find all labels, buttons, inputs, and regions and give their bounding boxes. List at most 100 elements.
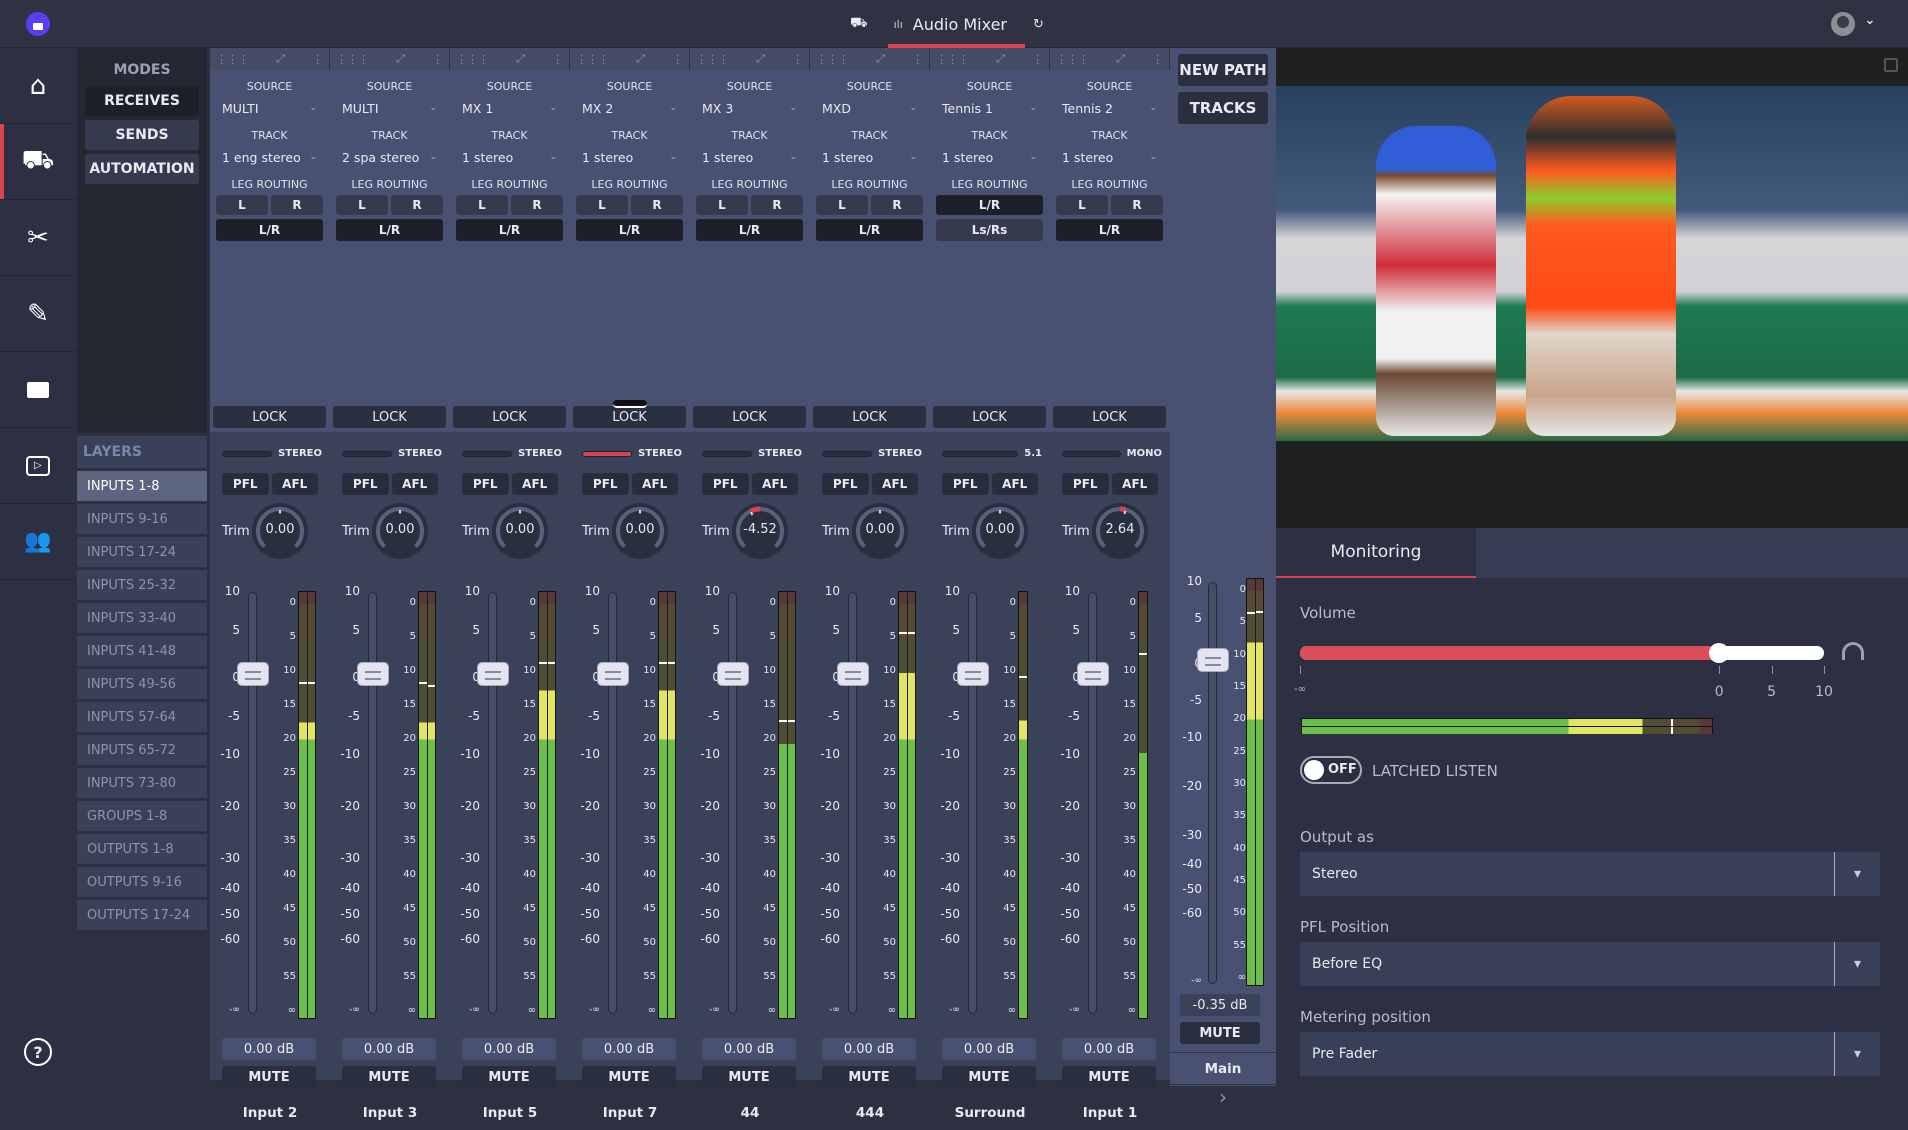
afl-button[interactable]: AFL [751, 473, 798, 495]
track-dropdown[interactable]: 1 stereo ⌄ [456, 146, 563, 168]
more-options-icon[interactable]: ⋮ [912, 53, 923, 66]
lock-button[interactable]: LOCK [453, 406, 566, 428]
layer-item[interactable]: OUTPUTS 9-16 [77, 867, 207, 897]
headphones-icon[interactable] [1842, 642, 1864, 660]
fader-db-readout[interactable]: 0.00 dB [1062, 1038, 1156, 1060]
afl-button[interactable]: AFL [871, 473, 918, 495]
expand-icon[interactable]: ⤢ [636, 52, 645, 66]
track-dropdown[interactable]: 1 stereo ⌄ [936, 146, 1043, 168]
leg-routing-r[interactable]: R [1111, 195, 1163, 215]
source-dropdown[interactable]: MXD ⌄ [816, 97, 923, 119]
volume-slider[interactable] [1300, 643, 1824, 663]
fader-track[interactable] [968, 592, 977, 1014]
video-preview[interactable] [1276, 86, 1908, 441]
fader-db-readout[interactable]: 0.00 dB [942, 1038, 1036, 1060]
afl-button[interactable]: AFL [391, 473, 438, 495]
more-options-icon[interactable]: ⋮ [432, 53, 443, 66]
drag-handle-icon[interactable]: ⋮⋮⋮ [336, 53, 369, 66]
drag-handle-icon[interactable]: ⋮⋮⋮ [936, 53, 969, 66]
mute-button[interactable]: MUTE [342, 1066, 436, 1088]
track-dropdown[interactable]: 1 stereo ⌄ [696, 146, 803, 168]
layer-item[interactable]: GROUPS 1-8 [77, 801, 207, 831]
lock-button[interactable]: LOCK [933, 406, 1046, 428]
leg-routing-r[interactable]: R [511, 195, 563, 215]
pfl-button[interactable]: PFL [942, 473, 989, 495]
fader-track[interactable] [368, 592, 377, 1014]
layer-item[interactable]: INPUTS 49-56 [77, 669, 207, 699]
expand-icon[interactable]: ⤢ [276, 52, 285, 66]
fader-knob[interactable] [357, 662, 389, 686]
expand-icon[interactable]: ⤢ [876, 52, 885, 66]
leg-routing-r[interactable]: R [271, 195, 323, 215]
drag-handle-icon[interactable]: ⋮⋮⋮ [696, 53, 729, 66]
trim-knob[interactable]: -4.52 [732, 503, 788, 559]
pfl-button[interactable]: PFL [1062, 473, 1109, 495]
leg-routing-l[interactable]: L [576, 195, 628, 215]
latched-listen-toggle[interactable]: OFF [1300, 756, 1362, 784]
fader-db-readout[interactable]: 0.00 dB [342, 1038, 436, 1060]
chevron-down-icon[interactable]: ▾ [1834, 852, 1880, 896]
leg-routing-main[interactable]: L/R [336, 219, 443, 241]
afl-button[interactable]: AFL [1111, 473, 1158, 495]
expand-icon[interactable]: ⤢ [1116, 52, 1125, 66]
lock-button[interactable]: LOCK [813, 406, 926, 428]
volume-slider-thumb[interactable] [1709, 643, 1730, 663]
source-dropdown[interactable]: MX 2 ⌄ [576, 97, 683, 119]
layer-item[interactable]: INPUTS 41-48 [77, 636, 207, 666]
track-dropdown[interactable]: 1 eng stereo ⌄ [216, 146, 323, 168]
lock-button[interactable]: LOCK [1053, 406, 1166, 428]
leg-routing-main[interactable]: L/R [456, 219, 563, 241]
layer-item[interactable]: INPUTS 73-80 [77, 768, 207, 798]
nav-files[interactable] [0, 352, 76, 428]
fader-db-readout[interactable]: 0.00 dB [702, 1038, 796, 1060]
output-as-select[interactable]: Stereo ▾ [1300, 852, 1880, 896]
drag-handle-icon[interactable]: ⋮⋮⋮ [576, 53, 609, 66]
fader-track[interactable] [728, 592, 737, 1014]
leg-routing-l[interactable]: L [696, 195, 748, 215]
fader-knob[interactable] [237, 662, 269, 686]
leg-routing-l[interactable]: L [336, 195, 388, 215]
fader-knob[interactable] [957, 662, 989, 686]
pfl-button[interactable]: PFL [702, 473, 749, 495]
track-dropdown[interactable]: 1 stereo ⌄ [816, 146, 923, 168]
pfl-button[interactable]: PFL [462, 473, 509, 495]
pfl-position-select[interactable]: Before EQ ▾ [1300, 942, 1880, 986]
nav-director[interactable]: ⛟ [0, 124, 76, 200]
afl-button[interactable]: AFL [631, 473, 678, 495]
tab-audio-mixer[interactable]: ılı Audio Mixer [886, 0, 1026, 48]
more-options-icon[interactable]: ⋮ [312, 53, 323, 66]
chevron-right-icon[interactable]: › [1170, 1084, 1276, 1114]
nav-team[interactable]: 👥 [0, 504, 76, 580]
leg-routing-l[interactable]: L [1056, 195, 1108, 215]
layer-item[interactable]: INPUTS 9-16 [77, 504, 207, 534]
refresh-icon[interactable]: ↻ [1033, 17, 1044, 32]
mute-button[interactable]: MUTE [222, 1066, 316, 1088]
fader-knob[interactable] [477, 662, 509, 686]
mode-automation[interactable]: AUTOMATION [85, 154, 199, 184]
fader-knob[interactable] [1077, 662, 1109, 686]
nav-home[interactable]: ⌂ [0, 48, 76, 124]
afl-button[interactable]: AFL [991, 473, 1038, 495]
leg-routing-l[interactable]: L [216, 195, 268, 215]
source-dropdown[interactable]: MX 1 ⌄ [456, 97, 563, 119]
layer-item[interactable]: INPUTS 17-24 [77, 537, 207, 567]
pfl-button[interactable]: PFL [342, 473, 389, 495]
lock-button[interactable]: LOCK [213, 406, 326, 428]
more-options-icon[interactable]: ⋮ [552, 53, 563, 66]
mode-receives[interactable]: RECEIVES [85, 86, 199, 116]
user-avatar-icon[interactable] [1831, 12, 1855, 36]
chevron-down-icon[interactable]: ⌄ [1864, 12, 1876, 28]
expand-icon[interactable]: ⤢ [396, 52, 405, 66]
fader-track[interactable] [488, 592, 497, 1014]
nav-edit[interactable]: ✂ [0, 200, 76, 276]
trim-knob[interactable]: 2.64 [1092, 503, 1148, 559]
leg-routing-main[interactable]: L/R [816, 219, 923, 241]
more-options-icon[interactable]: ⋮ [792, 53, 803, 66]
mute-button[interactable]: MUTE [942, 1066, 1036, 1088]
popout-icon[interactable] [1884, 58, 1898, 72]
fader-db-readout[interactable]: 0.00 dB [582, 1038, 676, 1060]
lock-button[interactable]: LOCK [693, 406, 806, 428]
nav-script[interactable]: ✎ [0, 276, 76, 352]
expand-icon[interactable]: ⤢ [996, 52, 1005, 66]
more-options-icon[interactable]: ⋮ [1032, 53, 1043, 66]
